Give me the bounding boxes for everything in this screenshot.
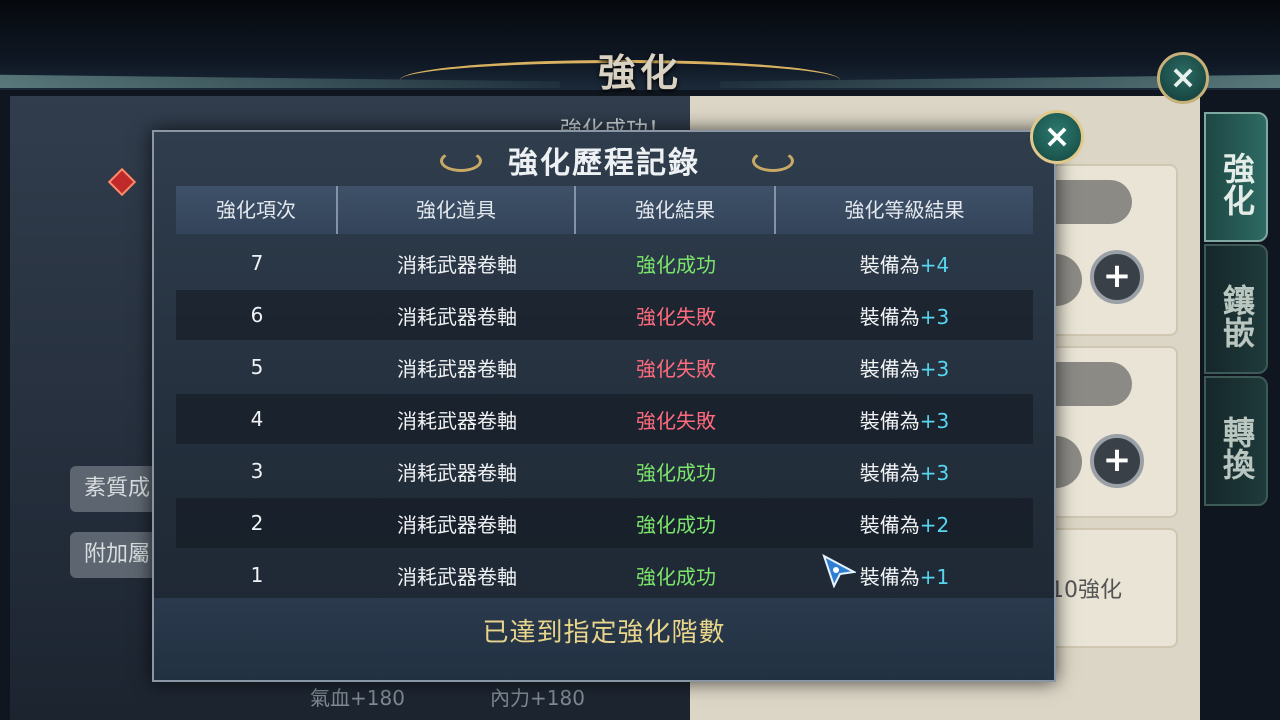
slot-bar — [1052, 180, 1132, 224]
table-header: 強化項次 強化道具 強化結果 強化等級結果 — [176, 186, 1033, 234]
row-level: 裝備為+2 — [776, 509, 1033, 538]
level-value: +1 — [919, 564, 950, 589]
screen-title: 強化 — [597, 50, 682, 95]
table-row: 2 消耗武器卷軸 強化成功 裝備為+2 — [176, 498, 1033, 548]
modal-title: 強化歷程記錄 — [508, 146, 700, 181]
level-value: +2 — [919, 512, 950, 537]
table-row: 1 消耗武器卷軸 強化成功 裝備為+1 — [176, 550, 1033, 600]
slot-bar — [1052, 362, 1132, 406]
row-item: 消耗武器卷軸 — [397, 564, 517, 589]
plus-icon: + — [1102, 440, 1132, 480]
table-row: 3 消耗武器卷軸 強化成功 裝備為+3 — [176, 446, 1033, 496]
level-prefix: 裝備為 — [859, 304, 920, 329]
level-value: +3 — [919, 408, 950, 433]
add-material-button[interactable]: + — [1090, 434, 1144, 488]
cursor-icon — [822, 554, 856, 588]
material-slot-card — [1050, 346, 1178, 518]
row-level: 裝備為+3 — [776, 405, 1033, 434]
row-item: 消耗武器卷軸 — [397, 304, 517, 329]
row-index: 3 — [250, 459, 264, 483]
level-prefix: 裝備為 — [859, 512, 920, 537]
level-value: +3 — [919, 304, 950, 329]
column-header-result: 強化結果 — [576, 186, 776, 234]
row-result: 強化失敗 — [636, 408, 716, 433]
add-material-button[interactable]: + — [1090, 250, 1144, 304]
row-result: 強化失敗 — [636, 304, 716, 329]
target-level-text: 10強化 — [1050, 578, 1122, 603]
row-item: 消耗武器卷軸 — [397, 356, 517, 381]
row-index: 1 — [250, 563, 264, 587]
level-prefix: 裝備為 — [859, 356, 920, 381]
level-value: +4 — [919, 252, 950, 277]
row-level: 裝備為+3 — [776, 353, 1033, 382]
slot-bar — [1052, 436, 1082, 488]
row-result: 強化成功 — [636, 252, 716, 277]
row-result: 強化失敗 — [636, 356, 716, 381]
stat-mp: 內力+180 — [490, 686, 585, 710]
slot-bar — [1052, 254, 1082, 306]
level-value: +3 — [919, 356, 950, 381]
row-result: 強化成功 — [636, 564, 716, 589]
row-item: 消耗武器卷軸 — [397, 460, 517, 485]
row-index: 4 — [250, 407, 264, 431]
plus-icon: + — [1102, 256, 1132, 296]
row-item: 消耗武器卷軸 — [397, 512, 517, 537]
row-index: 7 — [250, 251, 264, 275]
side-tab-bar: 強化 鑲嵌 轉換 — [1204, 112, 1270, 506]
close-icon: × — [1169, 58, 1197, 96]
level-prefix: 裝備為 — [859, 564, 920, 589]
row-result: 強化成功 — [636, 512, 716, 537]
row-index: 2 — [250, 511, 264, 535]
level-prefix: 裝備為 — [859, 460, 920, 485]
row-item: 消耗武器卷軸 — [397, 408, 517, 433]
level-prefix: 裝備為 — [859, 252, 920, 277]
footer-message: 已達到指定強化階數 — [482, 618, 726, 648]
column-header-item: 強化道具 — [338, 186, 576, 234]
screen-close-button[interactable]: × — [1157, 52, 1209, 104]
row-result: 強化成功 — [636, 460, 716, 485]
level-prefix: 裝備為 — [859, 408, 920, 433]
row-level: 裝備為+4 — [776, 249, 1033, 278]
row-level: 裝備為+3 — [776, 301, 1033, 330]
column-header-index: 強化項次 — [176, 186, 338, 234]
bonus-attribute-button[interactable]: 附加屬 — [70, 532, 160, 578]
row-level: 裝備為+1 — [776, 561, 1033, 590]
row-item: 消耗武器卷軸 — [397, 252, 517, 277]
table-row: 5 消耗武器卷軸 強化失敗 裝備為+3 — [176, 342, 1033, 392]
table-row: 7 消耗武器卷軸 強化成功 裝備為+4 — [176, 238, 1033, 288]
tab-inlay[interactable]: 鑲嵌 — [1204, 244, 1268, 374]
row-index: 6 — [250, 303, 264, 327]
row-index: 5 — [250, 355, 264, 379]
table-row: 6 消耗武器卷軸 強化失敗 裝備為+3 — [176, 290, 1033, 340]
stat-hp: 氣血+180 — [310, 686, 405, 710]
attribute-quality-button[interactable]: 素質成 — [70, 466, 160, 512]
table-row: 4 消耗武器卷軸 強化失敗 裝備為+3 — [176, 394, 1033, 444]
row-level: 裝備為+3 — [776, 457, 1033, 486]
modal-close-button[interactable]: × — [1030, 110, 1084, 164]
tab-enhance[interactable]: 強化 — [1204, 112, 1268, 242]
column-header-level: 強化等級結果 — [844, 198, 965, 222]
tab-convert[interactable]: 轉換 — [1204, 376, 1268, 506]
level-value: +3 — [919, 460, 950, 485]
close-icon: × — [1043, 117, 1071, 155]
